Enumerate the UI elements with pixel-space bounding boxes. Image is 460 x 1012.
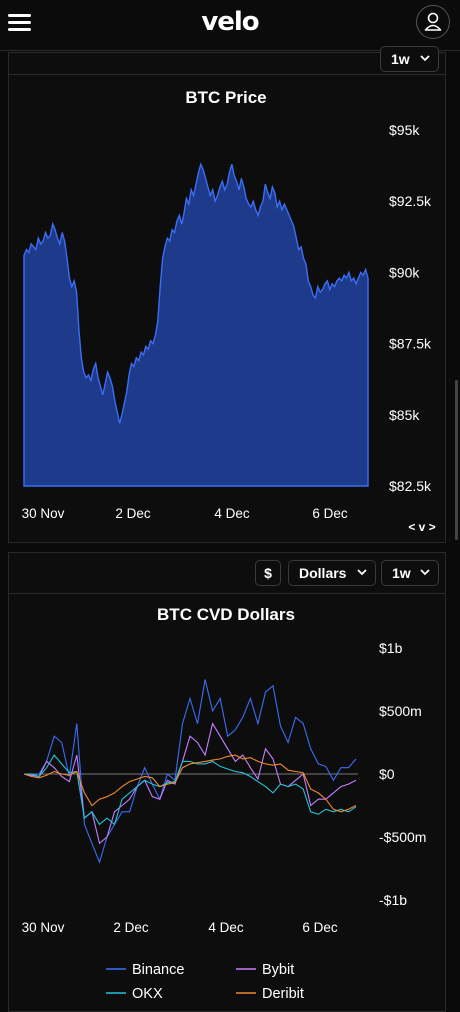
cvd-x-tick-label: 6 Dec: [302, 920, 338, 935]
currency-symbol: $: [264, 565, 272, 581]
legend-label-bybit[interactable]: Bybit: [262, 962, 294, 978]
btc-price-chart: BTC Price $95k $92.5k $90k $87.5k $85k $82.5k…: [22, 88, 436, 534]
price-x-tick-label: 4 Dec: [214, 506, 250, 521]
timeframe-select[interactable]: 1w: [380, 46, 439, 72]
cvd-chart-title: BTC CVD Dollars: [157, 605, 295, 624]
currency-toggle-button[interactable]: $: [255, 560, 281, 586]
cvd-x-tick-label: 30 Nov: [22, 920, 65, 935]
user-profile-icon[interactable]: [416, 5, 450, 39]
timeframe-select[interactable]: 1w: [381, 560, 439, 586]
unit-value: Dollars: [299, 565, 347, 581]
price-chart-title: BTC Price: [185, 88, 266, 107]
cvd-y-tick-label: -$1b: [379, 892, 407, 908]
cvd-x-tick-label: 4 Dec: [208, 920, 244, 935]
btc-cvd-chart: BTC CVD Dollars $1b $500m $0 -$500m -$1b 30 …: [22, 605, 427, 1000]
price-y-tick-label: $82.5k: [389, 478, 432, 494]
price-x-tick-label: 2 Dec: [115, 506, 151, 521]
legend-label-okx[interactable]: OKX: [132, 986, 163, 1000]
page-scrollbar[interactable]: [455, 380, 458, 540]
price-y-tick-label: $95k: [389, 122, 420, 138]
cvd-series-line-binance: [23, 679, 357, 864]
cvd-y-tick-label: $1b: [379, 640, 403, 656]
velo-logo[interactable]: velo: [0, 7, 460, 37]
legend-label-binance[interactable]: Binance: [132, 962, 184, 978]
timeframe-value: 1w: [392, 565, 411, 581]
price-y-tick-label: $92.5k: [389, 193, 432, 209]
unit-select[interactable]: Dollars: [288, 560, 376, 586]
price-x-tick-label: 6 Dec: [312, 506, 348, 521]
price-y-tick-label: $90k: [389, 264, 420, 280]
cvd-series-line-deribit: [23, 754, 357, 813]
price-y-tick-label: $87.5k: [389, 336, 432, 352]
top-bar: velo: [0, 0, 460, 51]
cvd-y-tick-label: $500m: [379, 703, 422, 719]
chevron-down-icon: [420, 569, 430, 576]
price-area-series: [23, 162, 369, 487]
price-y-tick-label: $85k: [389, 407, 420, 423]
chevron-down-icon: [357, 569, 367, 576]
legend-label-deribit[interactable]: Deribit: [262, 986, 304, 1000]
cvd-y-tick-label: -$500m: [379, 829, 426, 845]
cvd-x-tick-label: 2 Dec: [113, 920, 149, 935]
price-x-tick-label: 30 Nov: [22, 506, 65, 521]
chevron-down-icon: [420, 55, 430, 62]
chart-nav-arrows[interactable]: < v >: [408, 520, 435, 534]
timeframe-value: 1w: [391, 51, 410, 67]
cvd-y-tick-label: $0: [379, 766, 395, 782]
